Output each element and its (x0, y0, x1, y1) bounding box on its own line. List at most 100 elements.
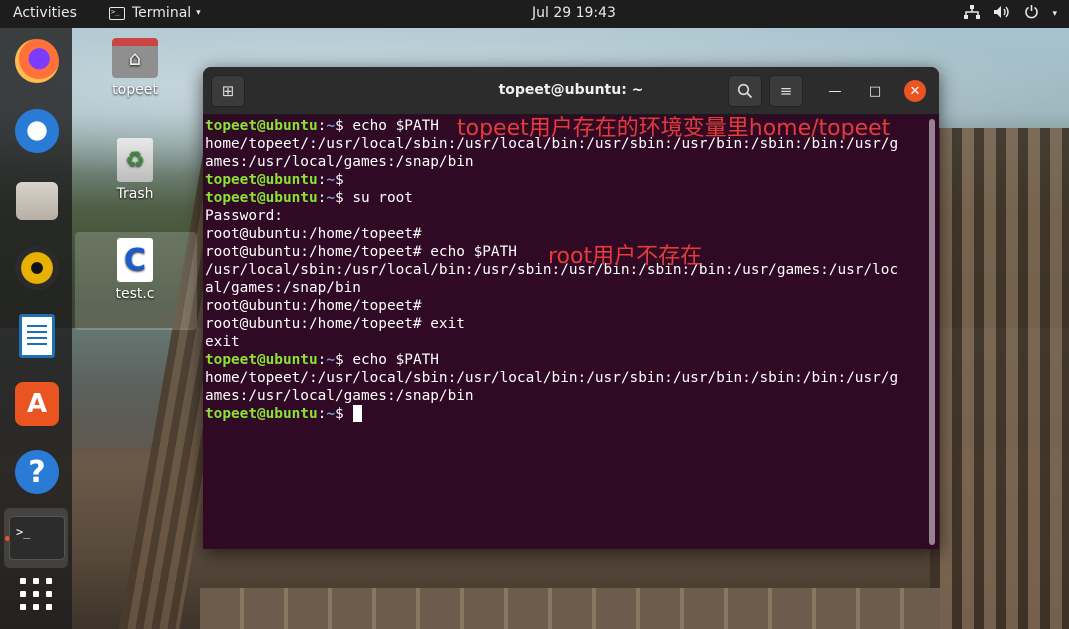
prompt-directory: ~ (326, 118, 335, 134)
output-text: root@ubuntu:/home/topeet# exit (205, 316, 465, 332)
network-icon[interactable] (964, 4, 981, 23)
output-text: al/games:/snap/bin (205, 280, 361, 296)
terminal-output-line: ames:/usr/local/games:/snap/bin (205, 153, 925, 171)
software-center-icon: A (15, 382, 59, 426)
output-text: root@ubuntu:/home/topeet# (205, 226, 422, 242)
prompt-separator: : (317, 352, 327, 368)
home-folder-icon: ⌂ (112, 38, 158, 78)
output-text: exit (205, 334, 240, 350)
prompt-directory: ~ (326, 172, 335, 188)
terminal-output-line: al/games:/snap/bin (205, 279, 925, 297)
terminal-output-line: exit (205, 333, 925, 351)
prompt-user: topeet@ubuntu (205, 406, 318, 422)
terminal-output-line: root@ubuntu:/home/topeet# (205, 297, 925, 315)
prompt-user: topeet@ubuntu (205, 190, 318, 206)
dock-item-software[interactable]: A (14, 381, 60, 427)
prompt-separator: : (317, 406, 327, 422)
command-text: su root (352, 190, 413, 206)
thunderbird-icon (15, 109, 59, 153)
minimize-button[interactable]: — (824, 80, 846, 102)
close-button[interactable]: ✕ (904, 80, 926, 102)
terminal-window[interactable]: ⊞ topeet@ubuntu: ~ ≡ — □ ✕ topeet@ubuntu… (203, 67, 939, 549)
chevron-down-icon[interactable]: ▾ (1052, 9, 1057, 19)
prompt-directory: ~ (326, 352, 335, 368)
search-icon (737, 83, 753, 99)
files-icon (16, 182, 58, 220)
desktop-icon-home[interactable]: ⌂ topeet (90, 38, 180, 98)
desktop-icon-trash[interactable]: ♻ Trash (90, 138, 180, 202)
terminal-headerbar[interactable]: ⊞ topeet@ubuntu: ~ ≡ — □ ✕ (203, 67, 939, 115)
clock[interactable]: Jul 29 19:43 (532, 5, 616, 21)
prompt-separator: : (317, 190, 327, 206)
dock-item-writer[interactable] (14, 313, 60, 359)
search-button[interactable] (728, 75, 762, 107)
terminal-output[interactable]: topeet@ubuntu:~$ echo $PATH home/topeet/:… (205, 117, 925, 547)
terminal-scrollbar[interactable] (929, 119, 935, 545)
annotation-root-path: root用户不存在 (548, 244, 703, 269)
trash-icon: ♻ (117, 138, 153, 182)
new-tab-icon: ⊞ (221, 82, 235, 100)
app-menu-label: Terminal (132, 5, 192, 21)
dock-item-thunderbird[interactable] (14, 108, 60, 154)
rhythmbox-icon (15, 246, 59, 290)
chevron-down-icon: ▾ (196, 8, 201, 18)
prompt-symbol: $ (334, 190, 353, 206)
terminal-app-icon: >_ (109, 6, 125, 20)
menu-icon: ≡ (779, 82, 793, 100)
prompt-user: topeet@ubuntu (205, 118, 318, 134)
prompt-directory: ~ (326, 190, 335, 206)
scrollbar-thumb[interactable] (929, 119, 935, 545)
minimize-icon: — (828, 83, 842, 99)
activities-button[interactable]: Activities (13, 5, 77, 21)
prompt-symbol: $ (334, 172, 353, 188)
dock-item-help[interactable]: ? (14, 449, 60, 495)
dock-item-terminal[interactable]: >_ (8, 515, 66, 561)
output-text: root@ubuntu:/home/topeet# (205, 298, 422, 314)
text-cursor (353, 405, 363, 422)
terminal-output-line: root@ubuntu:/home/topeet# exit (205, 315, 925, 333)
desktop-icon-label: test.c (115, 286, 155, 302)
c-file-icon: C (117, 238, 153, 282)
app-menu-button[interactable]: >_ Terminal ▾ (109, 5, 201, 21)
wallpaper-bridge-deck (200, 588, 940, 629)
firefox-icon (15, 39, 59, 83)
dock-item-files[interactable] (14, 178, 60, 224)
prompt-symbol: $ (334, 118, 353, 134)
desktop-icon-test-c[interactable]: C test.c (90, 238, 180, 302)
output-text: Password: (205, 208, 283, 224)
prompt-user: topeet@ubuntu (205, 172, 318, 188)
maximize-icon: □ (868, 83, 882, 99)
prompt-symbol: $ (334, 406, 353, 422)
output-text: ames:/usr/local/games:/snap/bin (205, 388, 474, 404)
help-icon: ? (15, 450, 59, 494)
wallpaper-bridge-rail-right (930, 128, 1069, 629)
show-applications-icon[interactable] (20, 578, 54, 612)
top-panel: Activities >_ Terminal ▾ Jul 29 19:43 ▾ (0, 0, 1069, 28)
terminal-icon: >_ (9, 516, 65, 560)
power-icon[interactable] (1024, 4, 1039, 23)
dock-item-rhythmbox[interactable] (14, 245, 60, 291)
dock-item-firefox[interactable] (14, 38, 60, 84)
system-tray[interactable]: ▾ (964, 4, 1057, 23)
new-tab-button[interactable]: ⊞ (211, 75, 245, 107)
terminal-prompt-line: topeet@ubuntu:~$ echo $PATH (205, 351, 925, 369)
dock: A ? >_ (0, 28, 72, 629)
volume-icon[interactable] (993, 5, 1011, 23)
terminal-prompt-line: topeet@ubuntu:~$ (205, 405, 925, 423)
maximize-button[interactable]: □ (864, 80, 886, 102)
close-icon: ✕ (909, 83, 921, 99)
output-text: home/topeet/:/usr/local/sbin:/usr/local/… (205, 370, 899, 386)
command-text: echo $PATH (352, 352, 439, 368)
terminal-output-line: home/topeet/:/usr/local/sbin:/usr/local/… (205, 369, 925, 387)
command-text: echo $PATH (352, 118, 439, 134)
prompt-separator: : (317, 172, 327, 188)
hamburger-menu-button[interactable]: ≡ (769, 75, 803, 107)
prompt-user: topeet@ubuntu (205, 352, 318, 368)
desktop-icon-label: Trash (116, 186, 154, 202)
terminal-prompt-line: topeet@ubuntu:~$ (205, 171, 925, 189)
prompt-directory: ~ (326, 406, 335, 422)
writer-icon (19, 314, 55, 358)
terminal-prompt-line: topeet@ubuntu:~$ su root (205, 189, 925, 207)
prompt-separator: : (317, 118, 327, 134)
prompt-symbol: $ (334, 352, 353, 368)
